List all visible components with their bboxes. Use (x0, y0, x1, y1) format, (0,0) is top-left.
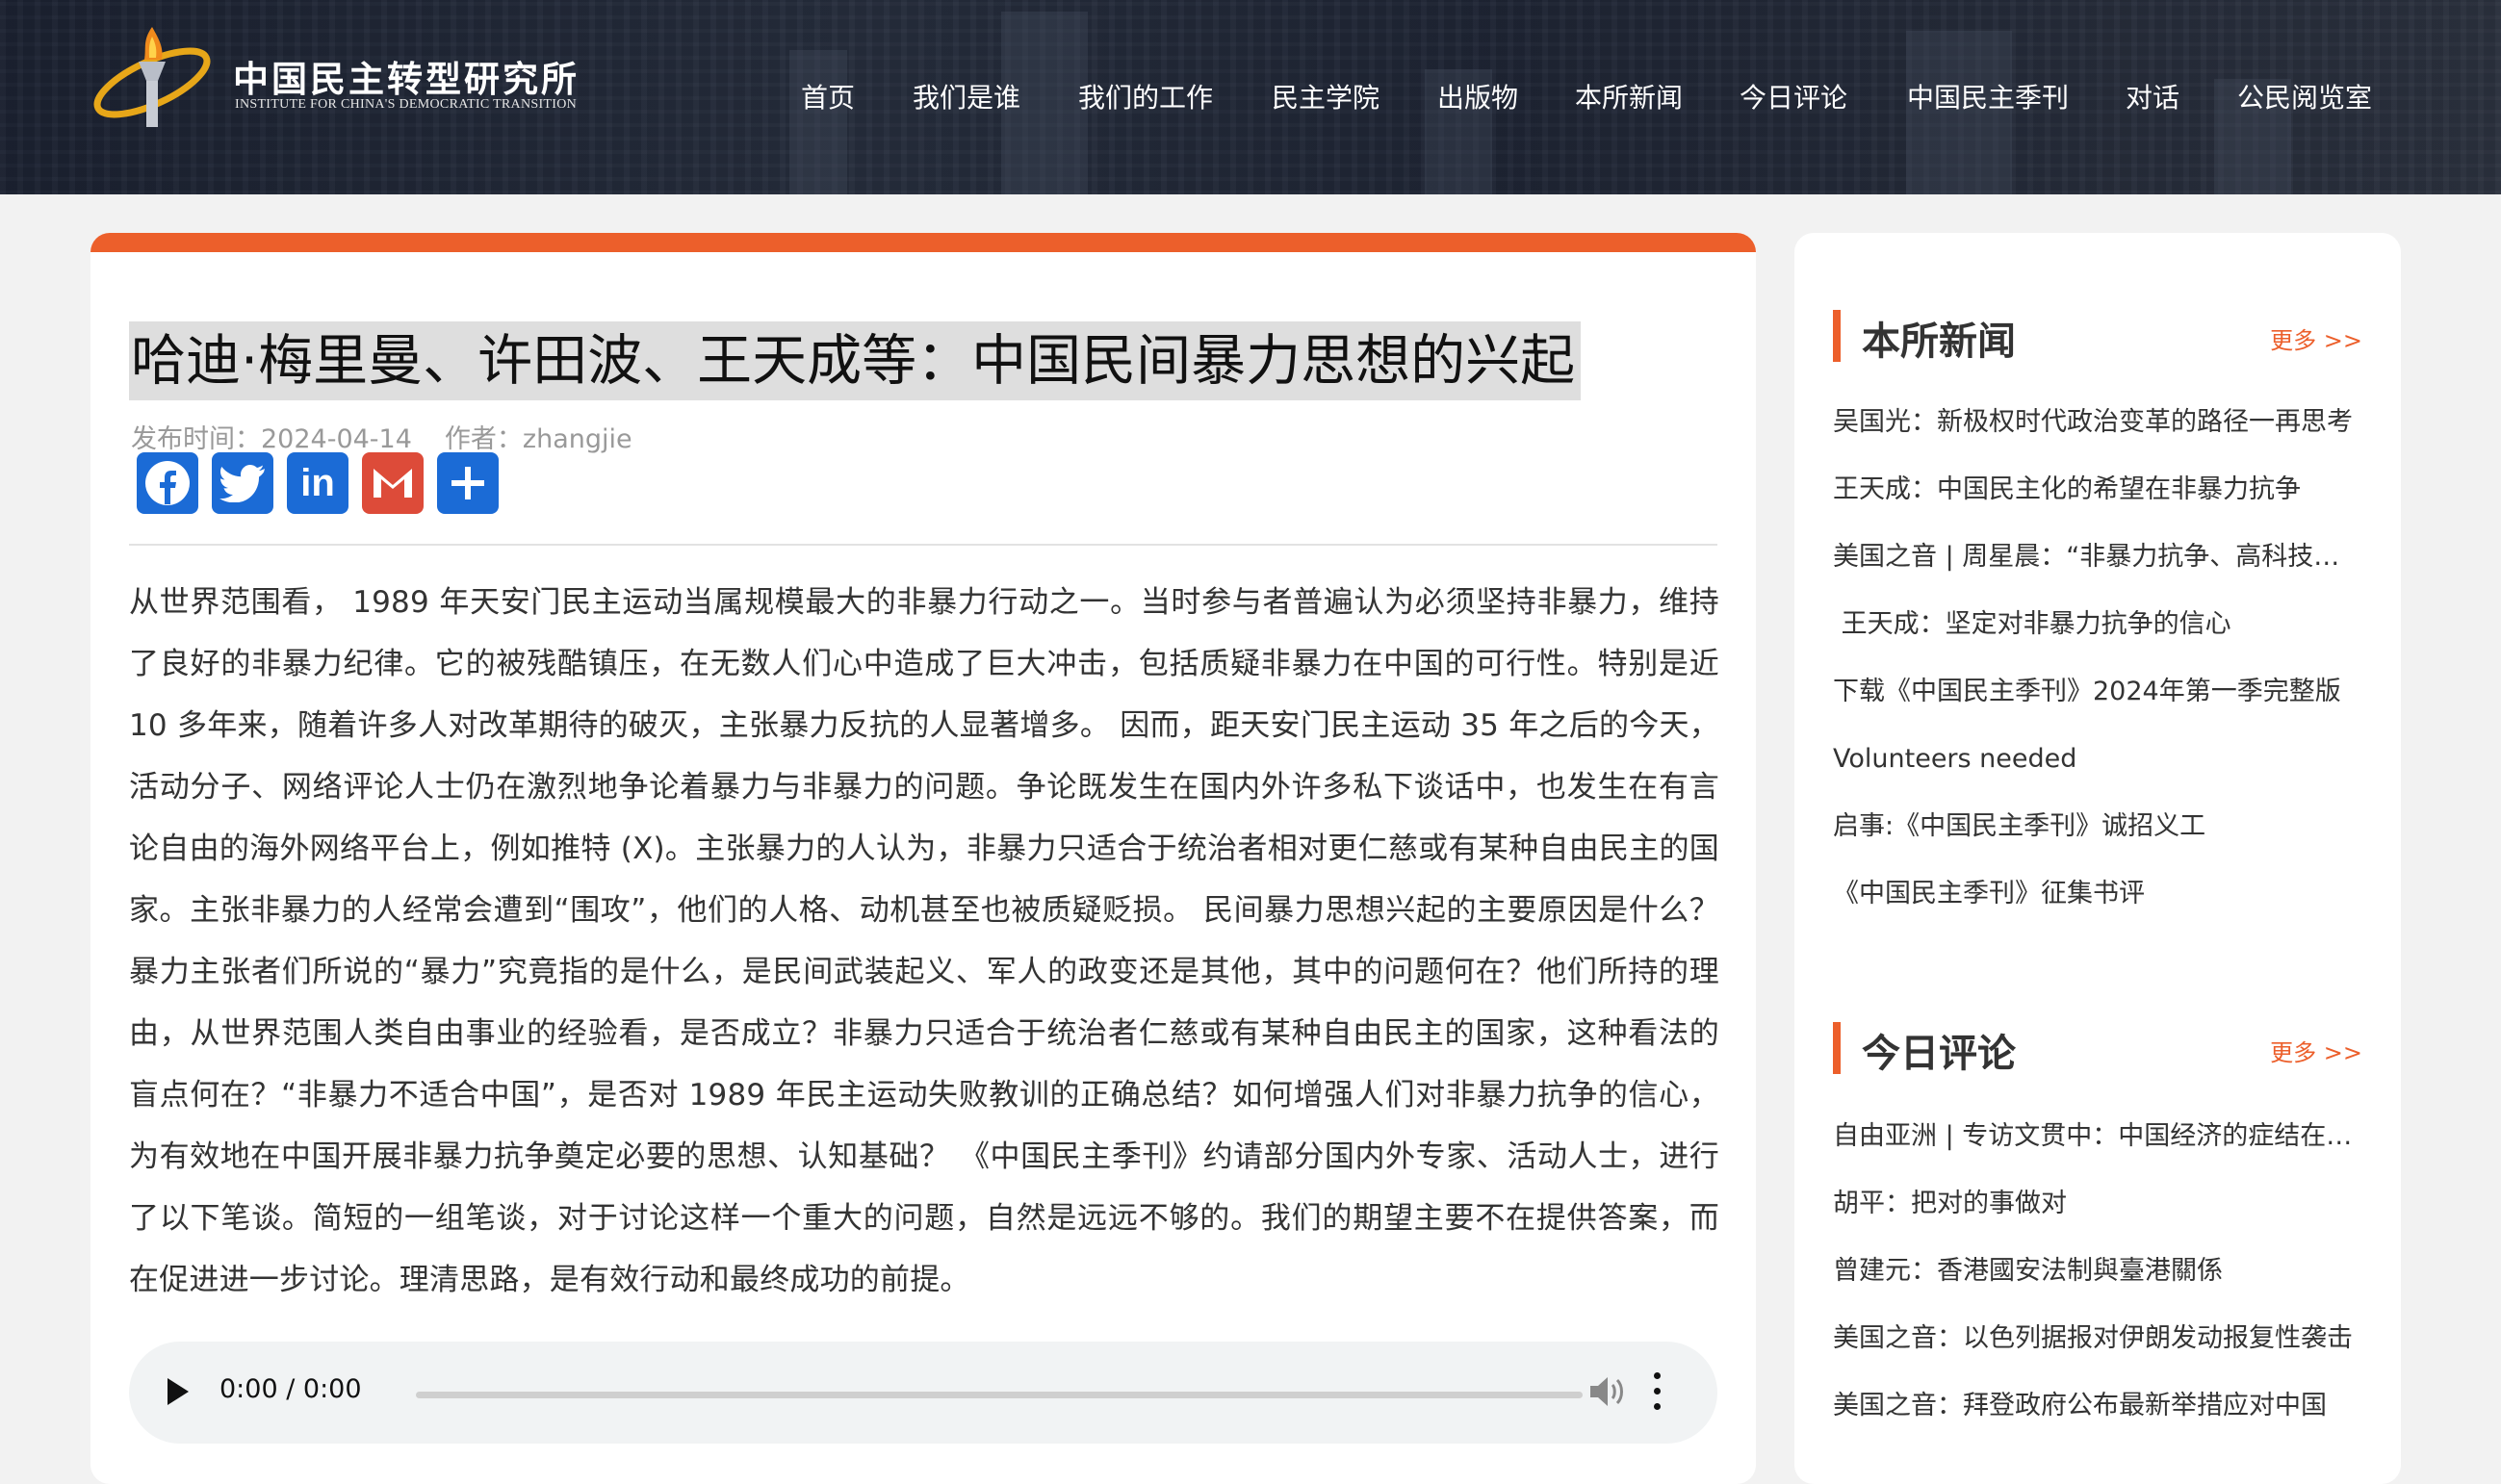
news-item[interactable]: 美国之音 | 周星晨：“非暴力抗争、高科技监控” (1833, 524, 2362, 591)
nav-china-democracy-quarterly[interactable]: 中国民主季刊 (1907, 77, 2069, 115)
audio-player: 0:00 / 0:00 (129, 1342, 1717, 1444)
commentary-item[interactable]: 自由亚洲 | 专访文贯中：中国经济的症结在哪里 (1833, 1103, 2362, 1170)
news-item[interactable]: 王天成：坚定对非暴力抗争的信心 (1833, 591, 2362, 658)
news-item[interactable]: 王天成：中国民主化的希望在非暴力抗争 (1833, 456, 2362, 524)
commentary-list: 自由亚洲 | 专访文贯中：中国经济的症结在哪里 胡平：把对的事做对 曾建元：香港… (1833, 1103, 2362, 1440)
article-accent-bar (90, 233, 1756, 252)
news-section-title: 本所新闻 (1862, 320, 2016, 364)
sidebar: 本所新闻 更多 >> 吴国光：新极权时代政治变革的路径一再思考 王天成：中国民主… (1794, 233, 2401, 1484)
article-title: 哈迪·梅里曼、许田波、王天成等：中国民间暴力思想的兴起 (129, 321, 1582, 400)
news-item[interactable]: Volunteers needed (1833, 726, 2362, 793)
volume-icon[interactable] (1588, 1374, 1627, 1409)
main-nav: 首页 我们是谁 我们的工作 民主学院 出版物 本所新闻 今日评论 中国民主季刊 … (0, 77, 2501, 120)
commentary-item[interactable]: 美国之音：以色列据报对伊朗发动报复性袭击 (1833, 1305, 2362, 1372)
nav-our-work[interactable]: 我们的工作 (1078, 77, 1213, 115)
share-plus-icon[interactable] (437, 452, 499, 514)
news-more-link[interactable]: 更多 >> (2270, 321, 2362, 355)
news-item[interactable]: 《中国民主季刊》征集书评 (1833, 860, 2362, 928)
play-icon[interactable] (168, 1378, 189, 1405)
article-meta: 发布时间：2024-04-14 作者：zhangjie (131, 418, 665, 455)
article-author: 作者：zhangjie (444, 424, 632, 454)
nav-institute-news[interactable]: 本所新闻 (1575, 77, 1683, 115)
nav-democracy-academy[interactable]: 民主学院 (1272, 77, 1379, 115)
news-list: 吴国光：新极权时代政治变革的路径一再思考 王天成：中国民主化的希望在非暴力抗争 … (1833, 389, 2362, 928)
nav-publications[interactable]: 出版物 (1437, 77, 1518, 115)
linkedin-icon[interactable]: in (287, 452, 348, 514)
more-options-icon[interactable] (1652, 1370, 1662, 1413)
audio-time: 0:00 / 0:00 (219, 1374, 362, 1404)
section-accent-bar (1833, 310, 1841, 362)
audio-progress-bar[interactable] (416, 1392, 1583, 1398)
twitter-icon[interactable] (212, 452, 273, 514)
gmail-icon[interactable] (362, 452, 424, 514)
facebook-icon[interactable] (137, 452, 198, 514)
nav-dialogue[interactable]: 对话 (2126, 77, 2179, 115)
nav-today-commentary[interactable]: 今日评论 (1740, 77, 1847, 115)
news-item[interactable]: 下载《中国民主季刊》2024年第一季完整版 (1833, 658, 2362, 726)
news-item[interactable]: 启事:《中国民主季刊》诚招义工 (1833, 793, 2362, 860)
commentary-item[interactable]: 胡平：把对的事做对 (1833, 1170, 2362, 1238)
site-header: 中国民主转型研究所 INSTITUTE FOR CHINA'S DEMOCRAT… (0, 0, 2501, 194)
header-background-tower (789, 50, 847, 194)
meta-divider (129, 544, 1717, 546)
nav-citizen-reading-room[interactable]: 公民阅览室 (2237, 77, 2372, 115)
nav-home[interactable]: 首页 (801, 77, 855, 115)
news-item[interactable]: 吴国光：新极权时代政治变革的路径一再思考 (1833, 389, 2362, 456)
article-body: 从世界范围看， 1989 年天安门民主运动当属规模最大的非暴力行动之一。当时参与… (129, 585, 1719, 1297)
publish-time: 发布时间：2024-04-14 (131, 424, 412, 454)
commentary-item[interactable]: 美国之音：拜登政府公布最新举措应对中国 (1833, 1372, 2362, 1440)
commentary-more-link[interactable]: 更多 >> (2270, 1034, 2362, 1067)
article-card: 哈迪·梅里曼、许田波、王天成等：中国民间暴力思想的兴起 发布时间：2024-04… (90, 233, 1756, 1484)
nav-who-we-are[interactable]: 我们是谁 (913, 77, 1020, 115)
section-accent-bar (1833, 1022, 1841, 1074)
commentary-item[interactable]: 曾建元：香港國安法制與臺港關係 (1833, 1238, 2362, 1305)
commentary-section-title: 今日评论 (1862, 1032, 2016, 1076)
